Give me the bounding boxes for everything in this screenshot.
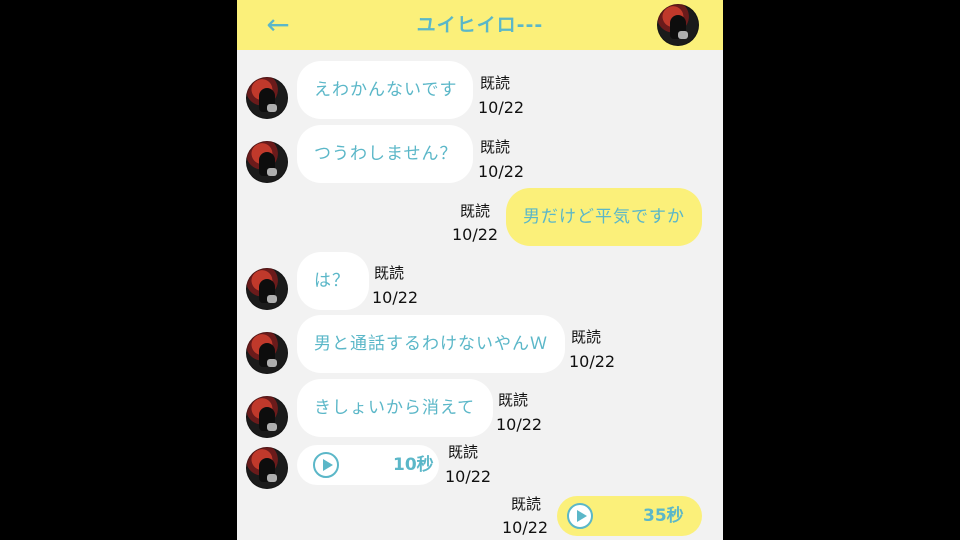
message-time: 10/22 <box>478 162 525 181</box>
message-bubble-incoming[interactable]: は？ <box>297 252 369 310</box>
message-bubble-incoming[interactable]: えわかんないです <box>297 61 473 119</box>
header-avatar[interactable] <box>657 4 699 46</box>
read-status: 既読 <box>448 443 479 461</box>
message-time: 10/22 <box>496 415 543 434</box>
message-time: 10/22 <box>372 288 419 307</box>
voice-duration: 10秒 <box>393 455 434 475</box>
read-status: 既読 <box>480 74 511 92</box>
read-status: 既読 <box>511 495 542 513</box>
avatar[interactable] <box>246 268 288 310</box>
message-bubble-incoming[interactable]: つうわしません？ <box>297 125 473 183</box>
read-status: 既読 <box>480 138 511 156</box>
read-status: 既読 <box>460 202 491 220</box>
message-time: 10/22 <box>445 467 492 486</box>
message-time: 10/22 <box>478 98 525 117</box>
message-time: 10/22 <box>502 518 549 537</box>
read-status: 既読 <box>571 328 602 346</box>
message-bubble-outgoing[interactable]: 男だけど平気ですか <box>506 188 702 246</box>
message-bubble-incoming[interactable]: 男と通話するわけないやんＷ <box>297 315 565 373</box>
chat-title: ユイヒイロ--- <box>416 14 544 36</box>
message-time: 10/22 <box>452 225 499 244</box>
message-time: 10/22 <box>569 352 616 371</box>
avatar[interactable] <box>246 396 288 438</box>
read-status: 既読 <box>498 391 529 409</box>
chat-header: ← ユイヒイロ--- <box>237 0 723 50</box>
voice-message-outgoing[interactable]: 35秒 <box>557 496 702 536</box>
chat-screen: ← ユイヒイロ--- えわかんないです 既読 10/22 つうわしません？ 既読… <box>237 0 723 540</box>
avatar[interactable] <box>246 447 288 489</box>
play-icon[interactable] <box>313 452 339 478</box>
voice-duration: 35秒 <box>643 506 684 526</box>
avatar[interactable] <box>246 141 288 183</box>
message-bubble-incoming[interactable]: きしょいから消えて <box>297 379 493 437</box>
read-status: 既読 <box>374 264 405 282</box>
voice-message-incoming[interactable]: 10秒 <box>297 445 439 485</box>
avatar[interactable] <box>246 77 288 119</box>
play-icon[interactable] <box>567 503 593 529</box>
avatar[interactable] <box>246 332 288 374</box>
